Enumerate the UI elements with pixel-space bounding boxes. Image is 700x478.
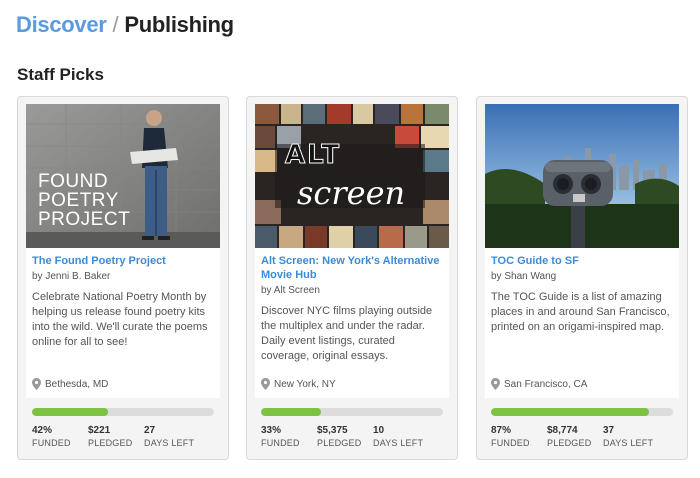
days-left-value: 10 (373, 425, 385, 436)
project-location[interactable]: Bethesda, MD (32, 378, 108, 390)
project-description: Discover NYC films playing outside the m… (261, 305, 433, 362)
project-stats: 33% FUNDED $5,375 PLEDGED 10 DAYS LEFT (261, 425, 429, 449)
project-location[interactable]: New York, NY (261, 378, 336, 390)
image-overlay-text-top: ALT (284, 140, 342, 171)
project-author: by Alt Screen (261, 285, 320, 296)
funding-progress-bar (491, 408, 673, 416)
location-pin-icon (32, 378, 41, 390)
funded-value: 87% (491, 425, 512, 436)
project-location[interactable]: San Francisco, CA (491, 378, 587, 390)
project-title-link[interactable]: Alt Screen: New York's Alternative Movie… (261, 254, 443, 282)
days-left-label: DAYS LEFT (144, 438, 195, 448)
project-card-body: FOUND POETRY PROJECT The Found Poetry Pr… (26, 104, 220, 398)
project-card[interactable]: ALT screen Alt Screen: New York's Altern… (246, 96, 458, 460)
pledged-value: $5,375 (317, 425, 348, 436)
days-left-value: 27 (144, 425, 156, 436)
project-stats: 42% FUNDED $221 PLEDGED 27 DAYS LEFT (32, 425, 200, 449)
funding-progress-bar (32, 408, 214, 416)
location-text: Bethesda, MD (45, 378, 109, 390)
pledged-value: $8,774 (547, 425, 578, 436)
location-text: San Francisco, CA (504, 378, 588, 390)
breadcrumb: Discover / Publishing (16, 12, 234, 38)
breadcrumb-discover-link[interactable]: Discover (16, 12, 107, 37)
project-description: The TOC Guide is a list of amazing place… (491, 291, 670, 333)
location-pin-icon (491, 378, 500, 390)
project-title-link[interactable]: The Found Poetry Project (32, 254, 214, 268)
project-stats: 87% FUNDED $8,774 PLEDGED 37 DAYS LEFT (491, 425, 659, 449)
breadcrumb-current: Publishing (124, 12, 234, 37)
pledged-label: PLEDGED (317, 438, 362, 448)
days-left-value: 37 (603, 425, 615, 436)
pledged-label: PLEDGED (88, 438, 133, 448)
days-left-label: DAYS LEFT (603, 438, 654, 448)
project-card[interactable]: TOC Guide to SF by Shan Wang The TOC Gui… (476, 96, 688, 460)
breadcrumb-separator: / (112, 12, 119, 37)
pledged-value: $221 (88, 425, 111, 436)
section-title: Staff Picks (17, 65, 104, 84)
days-left-label: DAYS LEFT (373, 438, 424, 448)
location-text: New York, NY (274, 378, 336, 390)
project-card[interactable]: FOUND POETRY PROJECT The Found Poetry Pr… (17, 96, 229, 460)
funded-label: FUNDED (491, 438, 530, 448)
funding-progress-bar (261, 408, 443, 416)
image-overlay-text-bottom: screen (297, 174, 406, 212)
project-title-link[interactable]: TOC Guide to SF (491, 254, 673, 268)
funded-value: 33% (261, 425, 282, 436)
project-description: Celebrate National Poetry Month by helpi… (32, 291, 208, 348)
funding-progress-fill (261, 408, 322, 416)
project-card-body: ALT screen Alt Screen: New York's Altern… (255, 104, 449, 398)
project-image[interactable] (485, 104, 679, 248)
project-author: by Shan Wang (491, 271, 557, 282)
image-overlay-text: FOUND POETRY PROJECT (38, 171, 131, 230)
funded-label: FUNDED (32, 438, 71, 448)
project-author: by Jenni B. Baker (32, 271, 111, 282)
funded-value: 42% (32, 425, 53, 436)
location-pin-icon (261, 378, 270, 390)
funded-label: FUNDED (261, 438, 300, 448)
project-card-body: TOC Guide to SF by Shan Wang The TOC Gui… (485, 104, 679, 398)
funding-progress-fill (32, 408, 109, 416)
funding-progress-fill (491, 408, 650, 416)
pledged-label: PLEDGED (547, 438, 592, 448)
